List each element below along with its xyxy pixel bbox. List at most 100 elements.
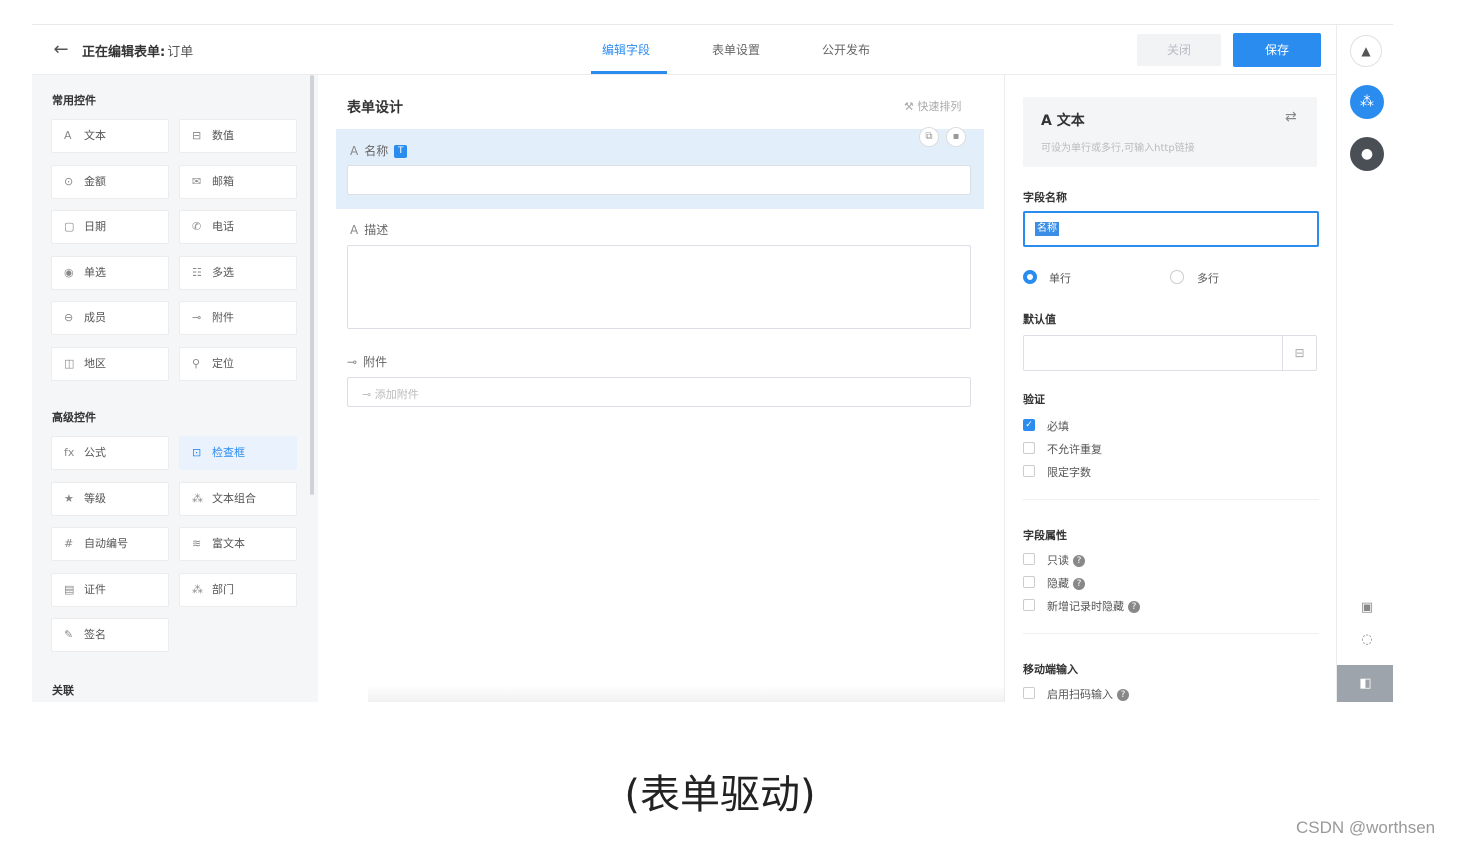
hidden-checkbox[interactable] [1023,576,1035,588]
palette-item-icon: # [64,537,74,550]
palette-item-11[interactable]: ⚲ 定位 [179,346,297,381]
tab-publish[interactable]: 公开发布 [822,41,870,58]
field-attach-text: 附件 [363,355,388,369]
field-type-title: A 文本 [1041,110,1085,130]
palette-item-4[interactable]: # 自动编号 [51,527,169,561]
palette-item-label: 签名 [84,628,106,641]
field-name-prop-label: 字段名称 [1023,191,1067,204]
palette-item-3[interactable]: ⁂ 文本组合 [179,481,297,516]
canvas-bottom-fade [368,685,1004,702]
palette-item-2[interactable]: ⊙ 金额 [51,164,169,199]
swap-icon[interactable]: ⇄ [1285,109,1297,125]
hide-on-new-checkbox[interactable] [1023,599,1035,611]
mobile-input-label: 移动端输入 [1023,663,1078,676]
palette-item-7[interactable]: ⁂ 部门 [179,572,297,607]
field-desc-textarea[interactable] [347,245,971,329]
field-name-selected[interactable]: A 名称 T ⧉ ▪ [336,127,984,209]
document-icon[interactable]: ▣ [1357,600,1377,620]
hidden-text: 隐藏 [1047,577,1069,590]
palette-item-icon: ✉ [192,174,202,188]
palette-item-6[interactable]: ▤ 证件 [51,572,169,607]
validation-label: 验证 [1023,393,1045,406]
palette-item-0[interactable]: A 文本 [51,119,169,153]
scan-input-checkbox[interactable] [1023,687,1035,699]
limit-chars-checkbox[interactable] [1023,465,1035,477]
back-arrow-icon[interactable]: ← [50,39,72,61]
palette-item-8[interactable]: ⊖ 成员 [51,301,169,335]
scan-input-label: 启用扫码输入? [1047,686,1129,702]
field-attach-input[interactable]: ⊸ 添加附件 [347,377,971,407]
common-controls-title: 常用控件 [52,94,96,107]
palette-item-label: 多选 [212,265,234,279]
single-line-radio[interactable] [1023,270,1037,284]
multi-line-label: 多行 [1197,272,1219,285]
palette-item-label: 自动编号 [84,537,128,550]
no-duplicate-label: 不允许重复 [1047,443,1102,456]
readonly-checkbox[interactable] [1023,553,1035,565]
palette-item-icon: ⊡ [192,446,202,459]
field-name-input[interactable] [347,165,971,195]
palette-item-label: 电话 [212,220,234,233]
help-icon[interactable]: ? [1128,601,1140,613]
multi-line-radio[interactable] [1170,270,1184,284]
close-button[interactable]: 关闭 [1137,34,1221,66]
palette-item-1[interactable]: ⊡ 检查框 [179,436,297,470]
scan-input-text: 启用扫码输入 [1047,688,1113,701]
advanced-controls-title: 高级控件 [52,411,96,424]
palette-item-label: 成员 [84,311,106,324]
text-icon: A [350,223,359,237]
field-type-card: A 文本 可设为单行或多行,可输入http链接 ⇄ [1023,97,1317,167]
palette-item-label: 检查框 [212,446,245,459]
palette-item-icon: ⚲ [192,356,201,370]
palette-item-2[interactable]: ★ 等级 [51,481,169,516]
field-type-desc: 可设为单行或多行,可输入http链接 [1041,143,1195,154]
tab-edit-fields[interactable]: 编辑字段 [602,41,650,58]
palette-item-9[interactable]: ⊸ 附件 [179,301,297,335]
palette-item-6[interactable]: ◉ 单选 [51,255,169,290]
palette-item-3[interactable]: ✉ 邮箱 [179,164,297,199]
app-icon[interactable]: ⁂ [1350,85,1384,119]
palette-item-4[interactable]: ▢ 日期 [51,210,169,244]
no-duplicate-checkbox[interactable] [1023,442,1035,454]
comment-icon[interactable]: ◌ [1357,632,1377,652]
palette-item-label: 单选 [84,265,106,279]
formula-icon[interactable]: ⊟ [1282,336,1316,370]
palette-item-5[interactable]: ✆ 电话 [179,210,297,244]
required-checkbox[interactable]: ✓ [1023,419,1035,431]
limit-chars-label: 限定字数 [1047,466,1091,479]
attach-placeholder: ⊸ 添加附件 [362,386,419,402]
palette-item-7[interactable]: ☷ 多选 [179,255,297,290]
palette-scrollbar[interactable] [310,75,314,495]
hide-on-new-text: 新增记录时隐藏 [1047,600,1124,613]
bell-icon[interactable]: ▲ [1350,35,1382,67]
help-icon[interactable]: ? [1117,689,1129,701]
quick-sort-button[interactable]: ⚒ 快速排列 [904,98,961,114]
relation-controls-title: 关联 [52,684,74,697]
palette-item-icon: ▤ [64,582,75,596]
palette-item-8[interactable]: ✎ 签名 [51,618,169,652]
help-icon[interactable]: ? [1073,578,1085,590]
default-value-input[interactable]: ⊟ [1023,335,1317,371]
tab-form-settings[interactable]: 表单设置 [712,41,760,58]
palette-item-10[interactable]: ◫ 地区 [51,346,169,381]
default-value-label: 默认值 [1023,313,1056,326]
palette-item-1[interactable]: ⊟ 数值 [179,119,297,153]
top-bar: ← 正在编辑表单: 订单 编辑字段 表单设置 公开发布 关闭 保存 [32,25,1336,75]
palette-item-icon: ✆ [192,220,202,233]
palette-item-5[interactable]: ≋ 富文本 [179,527,297,561]
attach-placeholder-text: 添加附件 [374,388,419,401]
help-icon[interactable]: ? [1073,555,1085,567]
field-name-prop-value: 名称 [1035,222,1059,236]
palette-item-label: 文本组合 [212,491,256,505]
panel-toggle-icon[interactable]: ◧ [1337,665,1393,702]
palette-item-icon: ▢ [64,220,75,233]
notification-icon[interactable]: ● [1350,137,1384,171]
palette-item-0[interactable]: fx 公式 [51,436,169,470]
copy-icon[interactable]: ⧉ [919,127,939,147]
caption: (表单驱动) [624,772,816,818]
link-icon: ⊸ [362,388,375,401]
field-name-prop-input[interactable]: 名称 [1023,211,1319,247]
delete-icon[interactable]: ▪ [946,127,966,147]
palette-item-label: 部门 [212,582,234,596]
save-button[interactable]: 保存 [1233,33,1321,67]
